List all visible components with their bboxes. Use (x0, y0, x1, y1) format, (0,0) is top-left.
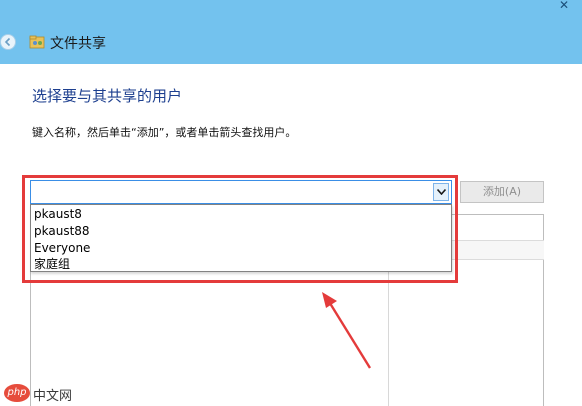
annotation-arrow (322, 292, 372, 369)
add-button[interactable]: 添加(A) (460, 181, 544, 203)
page-heading: 选择要与其共享的用户 (32, 87, 183, 105)
back-button[interactable] (0, 34, 16, 50)
watermark-logo: php (4, 384, 30, 402)
highlight-box (22, 175, 458, 283)
title-bar: ✕ 文件共享 (0, 0, 582, 64)
back-arrow-icon (4, 37, 11, 47)
watermark: php 中文网 (4, 384, 84, 404)
list-column-header (452, 240, 544, 260)
instruction-text: 键入名称，然后单击“添加”，或者单击箭头查找用户。 (32, 126, 297, 139)
shared-folder-icon (29, 35, 45, 49)
close-icon[interactable]: ✕ (554, 0, 574, 12)
window-title: 文件共享 (50, 36, 106, 52)
watermark-text: 中文网 (33, 389, 73, 404)
